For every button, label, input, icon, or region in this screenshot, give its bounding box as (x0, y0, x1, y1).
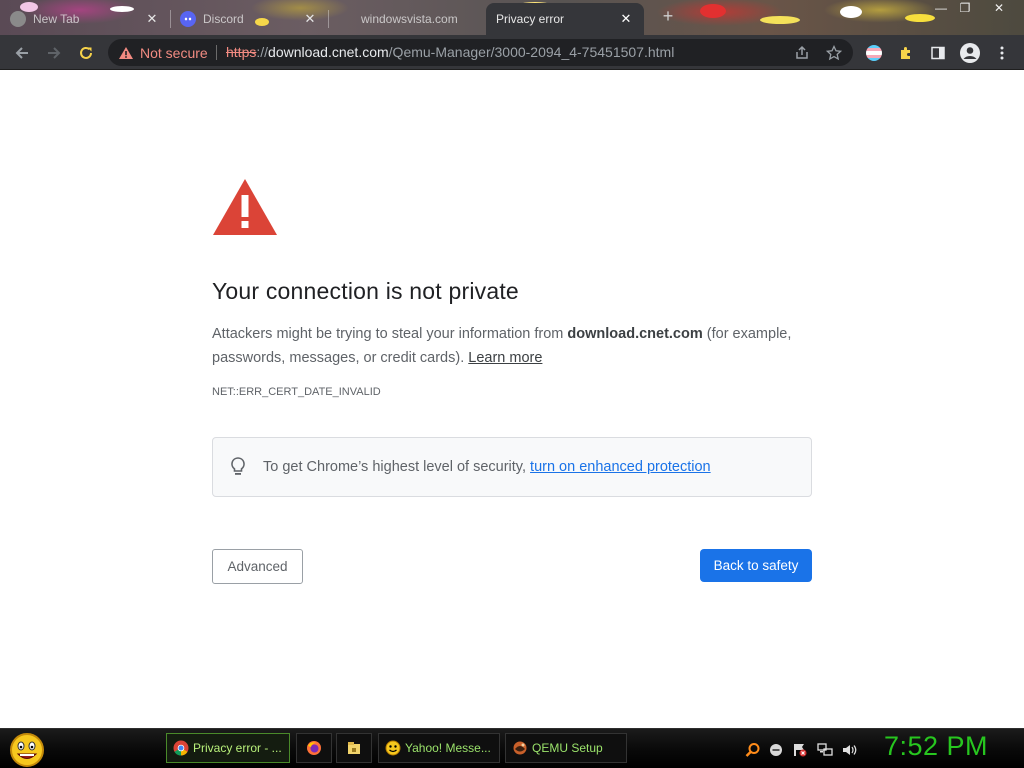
taskbar-item-qemu[interactable]: QEMU Setup (505, 733, 627, 763)
address-bar[interactable]: Not secure https://download.cnet.com/Qem… (108, 39, 853, 66)
puzzle-icon (901, 47, 910, 59)
tab-title: Discord (203, 12, 244, 26)
privacy-error-page: Your connection is not private Attackers… (0, 70, 1024, 728)
tray-action-center[interactable] (792, 742, 808, 758)
quicklaunch-firefox[interactable] (296, 733, 332, 763)
back-to-safety-button[interactable]: Back to safety (700, 549, 812, 582)
browser-toolbar: Not secure https://download.cnet.com/Qem… (0, 35, 1024, 70)
tab-privacy-error[interactable]: Privacy error ✕ (486, 3, 644, 35)
extensions-button[interactable] (894, 41, 918, 65)
learn-more-link[interactable]: Learn more (468, 350, 542, 366)
wallpaper-splatter (760, 16, 800, 24)
taskbar-clock[interactable]: 7:52 PM (884, 731, 988, 762)
speaker-icon (843, 745, 857, 755)
tab-new-tab[interactable]: New Tab ✕ (0, 3, 170, 35)
window-close-button[interactable]: ✕ (986, 0, 1012, 16)
quicklaunch-folder[interactable] (336, 733, 372, 763)
qemu-icon (513, 741, 527, 755)
taskbar-item-label: Yahoo! Messe... (405, 741, 491, 755)
taskbar-item-label: QEMU Setup (532, 741, 603, 755)
tray-network[interactable] (817, 742, 833, 758)
bookmark-button[interactable] (822, 41, 846, 65)
globe-icon (338, 11, 354, 27)
side-panel-button[interactable] (926, 41, 950, 65)
folder-lock-icon (348, 742, 360, 754)
omnibox-divider (216, 45, 217, 60)
profile-button[interactable] (958, 41, 982, 65)
advanced-button[interactable]: Advanced (212, 549, 303, 584)
back-button[interactable] (10, 41, 34, 65)
url-path: /Qemu-Manager/3000-2094_4-75451507.html (388, 44, 675, 60)
discord-icon (180, 11, 196, 27)
tray-messenger[interactable] (768, 742, 784, 758)
menu-button[interactable] (990, 41, 1014, 65)
close-icon[interactable]: ✕ (302, 11, 318, 27)
profile-flag-button[interactable] (862, 41, 886, 65)
network-icon (817, 743, 833, 756)
star-icon (826, 45, 842, 61)
flag-avatar-icon (866, 45, 882, 61)
tab-title: Privacy error (496, 12, 565, 26)
url-host: download.cnet.com (268, 44, 389, 60)
enhanced-protection-text: To get Chrome’s highest level of securit… (263, 459, 711, 475)
wallpaper-splatter (840, 6, 862, 18)
tab-windowsvista[interactable]: windowsvista.com (328, 3, 485, 35)
close-icon[interactable]: ✕ (144, 11, 160, 27)
avatar-icon (960, 43, 980, 63)
error-code: NET::ERR_CERT_DATE_INVALID (212, 386, 381, 398)
taskbar-item-yahoo-messenger[interactable]: Yahoo! Messe... (378, 733, 500, 763)
tab-title: New Tab (33, 12, 80, 26)
taskbar: Privacy error - ... Yahoo! Messe... QEMU… (0, 728, 1024, 768)
warning-triangle-icon (213, 179, 277, 235)
side-panel-icon (931, 46, 945, 60)
warning-icon (119, 46, 133, 59)
url-text[interactable]: https://download.cnet.com/Qemu-Manager/3… (226, 39, 674, 66)
url-separator: :// (256, 44, 269, 60)
maximize-button[interactable]: ❐ (952, 0, 978, 16)
enhanced-protection-link[interactable]: turn on enhanced protection (530, 459, 711, 475)
screen: New Tab ✕ Discord ✕ windowsvista.com Pri… (0, 0, 1024, 768)
firefox-icon (307, 741, 321, 755)
page-heading: Your connection is not private (212, 278, 519, 304)
tray-volume[interactable] (841, 742, 857, 758)
arrow-left-icon (15, 47, 28, 59)
tab-title: windowsvista.com (361, 12, 458, 26)
enhanced-protection-box: To get Chrome’s highest level of securit… (212, 437, 812, 497)
yahoo-messenger-icon (385, 740, 401, 756)
minimize-button[interactable]: — (928, 0, 954, 16)
reload-button[interactable] (74, 41, 98, 65)
paragraph-host: download.cnet.com (567, 326, 703, 342)
search-icon (745, 743, 760, 757)
browser-tab-strip: New Tab ✕ Discord ✕ windowsvista.com Pri… (0, 0, 1024, 35)
lightbulb-icon (231, 457, 245, 475)
share-button[interactable] (790, 41, 814, 65)
new-tab-favicon-icon (10, 11, 26, 27)
arrow-right-icon (48, 47, 61, 59)
wallpaper-splatter (700, 4, 726, 18)
more-vertical-icon (1000, 46, 1004, 60)
forward-button[interactable] (42, 41, 66, 65)
tray-search[interactable] (745, 742, 761, 758)
security-chip[interactable]: Not secure (118, 39, 208, 66)
paragraph-text: Attackers might be trying to steal your … (212, 326, 568, 342)
taskbar-item-label: Privacy error - ... (193, 741, 282, 755)
new-tab-button[interactable]: + (658, 6, 678, 26)
enhanced-text-prefix: To get Chrome’s highest level of securit… (263, 459, 531, 475)
share-icon (796, 45, 808, 59)
flag-alert-icon (794, 744, 807, 757)
taskbar-item-chrome[interactable]: Privacy error - ... (166, 733, 290, 763)
messenger-status-icon (770, 744, 782, 756)
close-icon[interactable]: ✕ (618, 11, 634, 27)
start-button[interactable] (8, 732, 46, 768)
reload-icon (80, 46, 92, 59)
chrome-icon (173, 740, 189, 756)
warning-paragraph: Attackers might be trying to steal your … (212, 322, 812, 370)
url-scheme: https (226, 44, 257, 60)
tab-discord[interactable]: Discord ✕ (170, 3, 328, 35)
not-secure-label: Not secure (140, 44, 208, 61)
